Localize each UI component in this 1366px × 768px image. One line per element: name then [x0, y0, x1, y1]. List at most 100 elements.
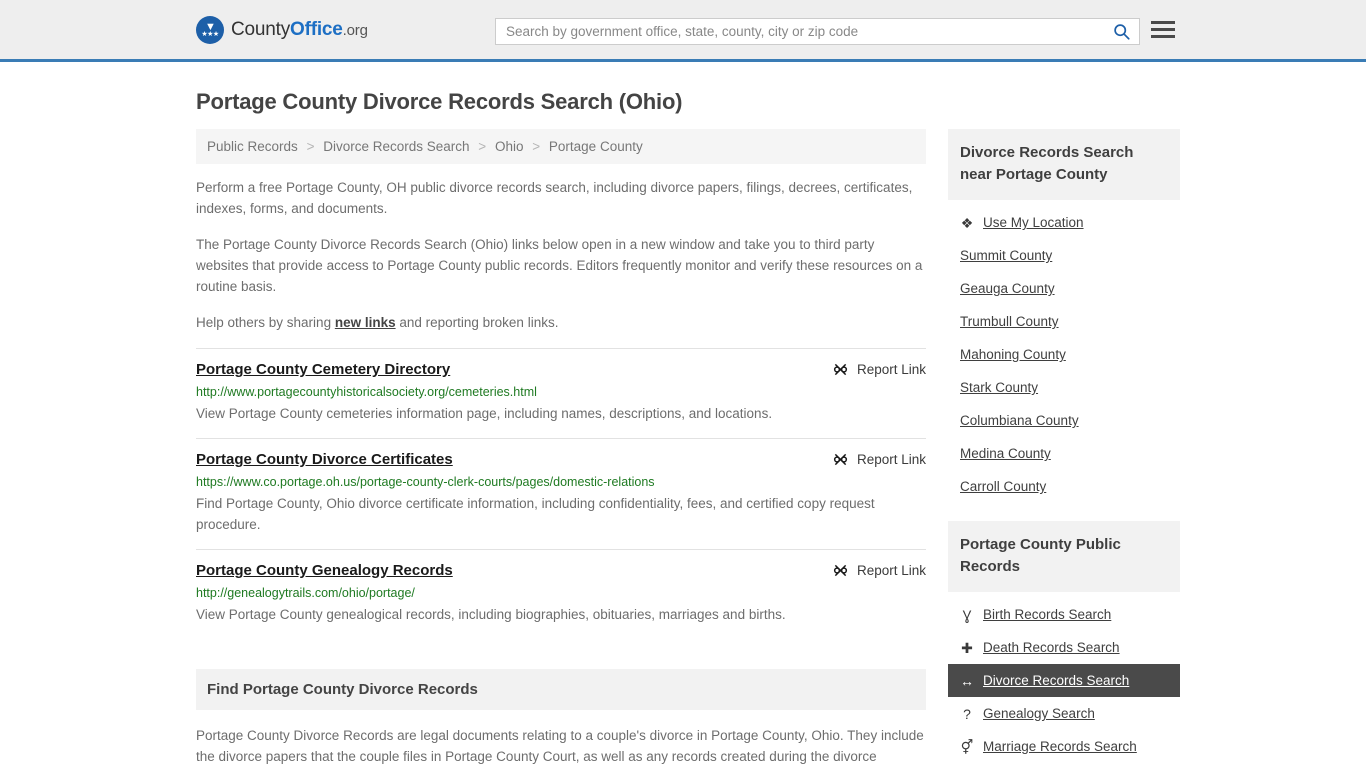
breadcrumb-separator: > — [532, 139, 541, 154]
sidebar-item-medina-county[interactable]: Medina County — [948, 437, 1180, 470]
site-header: ▼ ★★★ CountyOffice.org — [0, 0, 1366, 62]
find-records-section: Find Portage County Divorce Records Port… — [196, 669, 926, 768]
result-description: Find Portage County, Ohio divorce certif… — [196, 496, 875, 532]
sidebar-item-stark-county[interactable]: Stark County — [948, 371, 1180, 404]
hamburger-menu-icon[interactable] — [1151, 21, 1175, 38]
result-url[interactable]: https://www.co.portage.oh.us/portage-cou… — [196, 475, 926, 489]
breadcrumb: Public Records > Divorce Records Search … — [196, 129, 926, 164]
cross-icon: ✚ — [961, 639, 973, 656]
hamburger-bar — [1151, 35, 1175, 38]
result-header: Portage County Genealogy Records Report … — [196, 562, 926, 579]
sidebar-item-divorce-records-search[interactable]: ↔ Divorce Records Search — [948, 664, 1180, 697]
result-description: View Portage County genealogical records… — [196, 607, 786, 622]
baby-icon: Ɣ — [962, 606, 972, 623]
male-female-icon: ⚥ — [960, 738, 974, 755]
report-link-label: Report Link — [856, 452, 926, 467]
breadcrumb-separator: > — [306, 139, 315, 154]
breadcrumb-item-public-records[interactable]: Public Records — [207, 139, 298, 154]
report-link-label: Report Link — [856, 563, 926, 578]
nearby-counties-panel: Divorce Records Search near Portage Coun… — [948, 129, 1180, 503]
broken-link-icon — [833, 363, 848, 376]
sidebar-item-genealogy-search[interactable]: ? Genealogy Search — [948, 697, 1180, 730]
question-mark-icon: ? — [963, 705, 971, 722]
result-title-link[interactable]: Portage County Genealogy Records — [196, 562, 453, 579]
intro-paragraph-2: The Portage County Divorce Records Searc… — [196, 237, 923, 294]
sidebar-item-label: Death Records Search — [983, 640, 1120, 655]
sidebar-item-summit-county[interactable]: Summit County — [948, 239, 1180, 272]
sidebar-item-mahoning-county[interactable]: Mahoning County — [948, 338, 1180, 371]
result-item: Portage County Genealogy Records Report … — [196, 549, 926, 639]
sidebar-item-death-records-search[interactable]: ✚ Death Records Search — [948, 631, 1180, 664]
brand-part-county: County — [231, 18, 291, 40]
report-link-label: Report Link — [856, 362, 926, 377]
page-title: Portage County Divorce Records Search (O… — [196, 89, 683, 114]
new-links-link[interactable]: new links — [335, 315, 396, 330]
sidebar-item-trumbull-county[interactable]: Trumbull County — [948, 305, 1180, 338]
sidebar-item-columbiana-county[interactable]: Columbiana County — [948, 404, 1180, 437]
result-url[interactable]: http://www.portagecountyhistoricalsociet… — [196, 385, 926, 399]
nearby-counties-heading: Divorce Records Search near Portage Coun… — [948, 129, 1180, 200]
search-input[interactable] — [496, 19, 1103, 44]
page-container: Portage County Divorce Records Search (O… — [0, 89, 1366, 768]
result-item: Portage County Cemetery Directory Report… — [196, 348, 926, 438]
sidebar-item-label: Marriage Records Search — [983, 739, 1137, 754]
find-records-body: Portage County Divorce Records are legal… — [196, 728, 924, 764]
sidebar-item-label: Columbiana County — [960, 413, 1079, 428]
sidebar-item-label: Stark County — [960, 380, 1039, 395]
sidebar-item-label: Mahoning County — [960, 347, 1066, 362]
report-link-button[interactable]: Report Link — [833, 563, 926, 578]
intro-section: Perform a free Portage County, OH public… — [196, 177, 926, 333]
intro-paragraph-1: Perform a free Portage County, OH public… — [196, 180, 913, 216]
broken-link-icon — [833, 564, 848, 577]
breadcrumb-item-portage-county[interactable]: Portage County — [549, 139, 643, 154]
public-records-panel: Portage County Public Records Ɣ Birth Re… — [948, 521, 1180, 763]
result-header: Portage County Divorce Certificates Repo… — [196, 451, 926, 468]
map-pin-icon: ❖ — [960, 214, 974, 231]
intro-p3-after: and reporting broken links. — [395, 315, 559, 330]
brand-part-org: .org — [342, 21, 368, 39]
search-bar — [495, 18, 1140, 45]
hamburger-bar — [1151, 21, 1175, 24]
arrows-left-right-icon: ↔ — [960, 672, 974, 689]
sidebar-item-carroll-county[interactable]: Carroll County — [948, 470, 1180, 503]
intro-paragraph-3: Help others by sharing new links and rep… — [196, 312, 926, 333]
intro-p3-before: Help others by sharing — [196, 315, 335, 330]
report-link-button[interactable]: Report Link — [833, 362, 926, 377]
broken-link-icon — [833, 453, 848, 466]
sidebar-item-label: Carroll County — [960, 479, 1047, 494]
result-description: View Portage County cemeteries informati… — [196, 406, 773, 421]
public-records-list: Ɣ Birth Records Search ✚ Death Records S… — [948, 592, 1180, 763]
site-logo[interactable]: ▼ ★★★ CountyOffice.org — [196, 15, 368, 44]
sidebar-item-label: Geauga County — [960, 281, 1055, 296]
report-link-button[interactable]: Report Link — [833, 452, 926, 467]
hamburger-bar — [1151, 28, 1175, 31]
breadcrumb-item-ohio[interactable]: Ohio — [495, 139, 524, 154]
find-records-title: Find Portage County Divorce Records — [196, 669, 926, 710]
result-header: Portage County Cemetery Directory Report… — [196, 361, 926, 378]
sidebar-item-label: Divorce Records Search — [983, 673, 1130, 688]
result-url[interactable]: http://genealogytrails.com/ohio/portage/ — [196, 586, 926, 600]
breadcrumb-separator: > — [478, 139, 487, 154]
sidebar: Divorce Records Search near Portage Coun… — [948, 129, 1180, 765]
sidebar-item-birth-records-search[interactable]: Ɣ Birth Records Search — [948, 598, 1180, 631]
sidebar-item-use-my-location[interactable]: ❖ Use My Location — [948, 206, 1180, 239]
content-row: Public Records > Divorce Records Search … — [196, 129, 1180, 768]
sidebar-item-label: Trumbull County — [960, 314, 1059, 329]
eagle-shield-icon: ▼ ★★★ — [196, 15, 224, 44]
sidebar-item-label: Birth Records Search — [983, 607, 1112, 622]
breadcrumb-item-divorce-records-search[interactable]: Divorce Records Search — [323, 139, 469, 154]
sidebar-item-label: Use My Location — [983, 215, 1084, 230]
search-icon — [1113, 24, 1130, 40]
sidebar-item-geauga-county[interactable]: Geauga County — [948, 272, 1180, 305]
result-title-link[interactable]: Portage County Cemetery Directory — [196, 361, 450, 378]
result-title-link[interactable]: Portage County Divorce Certificates — [196, 451, 453, 468]
result-item: Portage County Divorce Certificates Repo… — [196, 438, 926, 549]
sidebar-item-marriage-records-search[interactable]: ⚥ Marriage Records Search — [948, 730, 1180, 763]
sidebar-item-label: Summit County — [960, 248, 1053, 263]
sidebar-item-label: Medina County — [960, 446, 1051, 461]
sidebar-item-label: Genealogy Search — [983, 706, 1095, 721]
brand-wordmark: CountyOffice.org — [231, 19, 368, 41]
search-button[interactable] — [1103, 19, 1139, 44]
public-records-heading: Portage County Public Records — [948, 521, 1180, 592]
brand-part-office: Office — [290, 18, 343, 40]
